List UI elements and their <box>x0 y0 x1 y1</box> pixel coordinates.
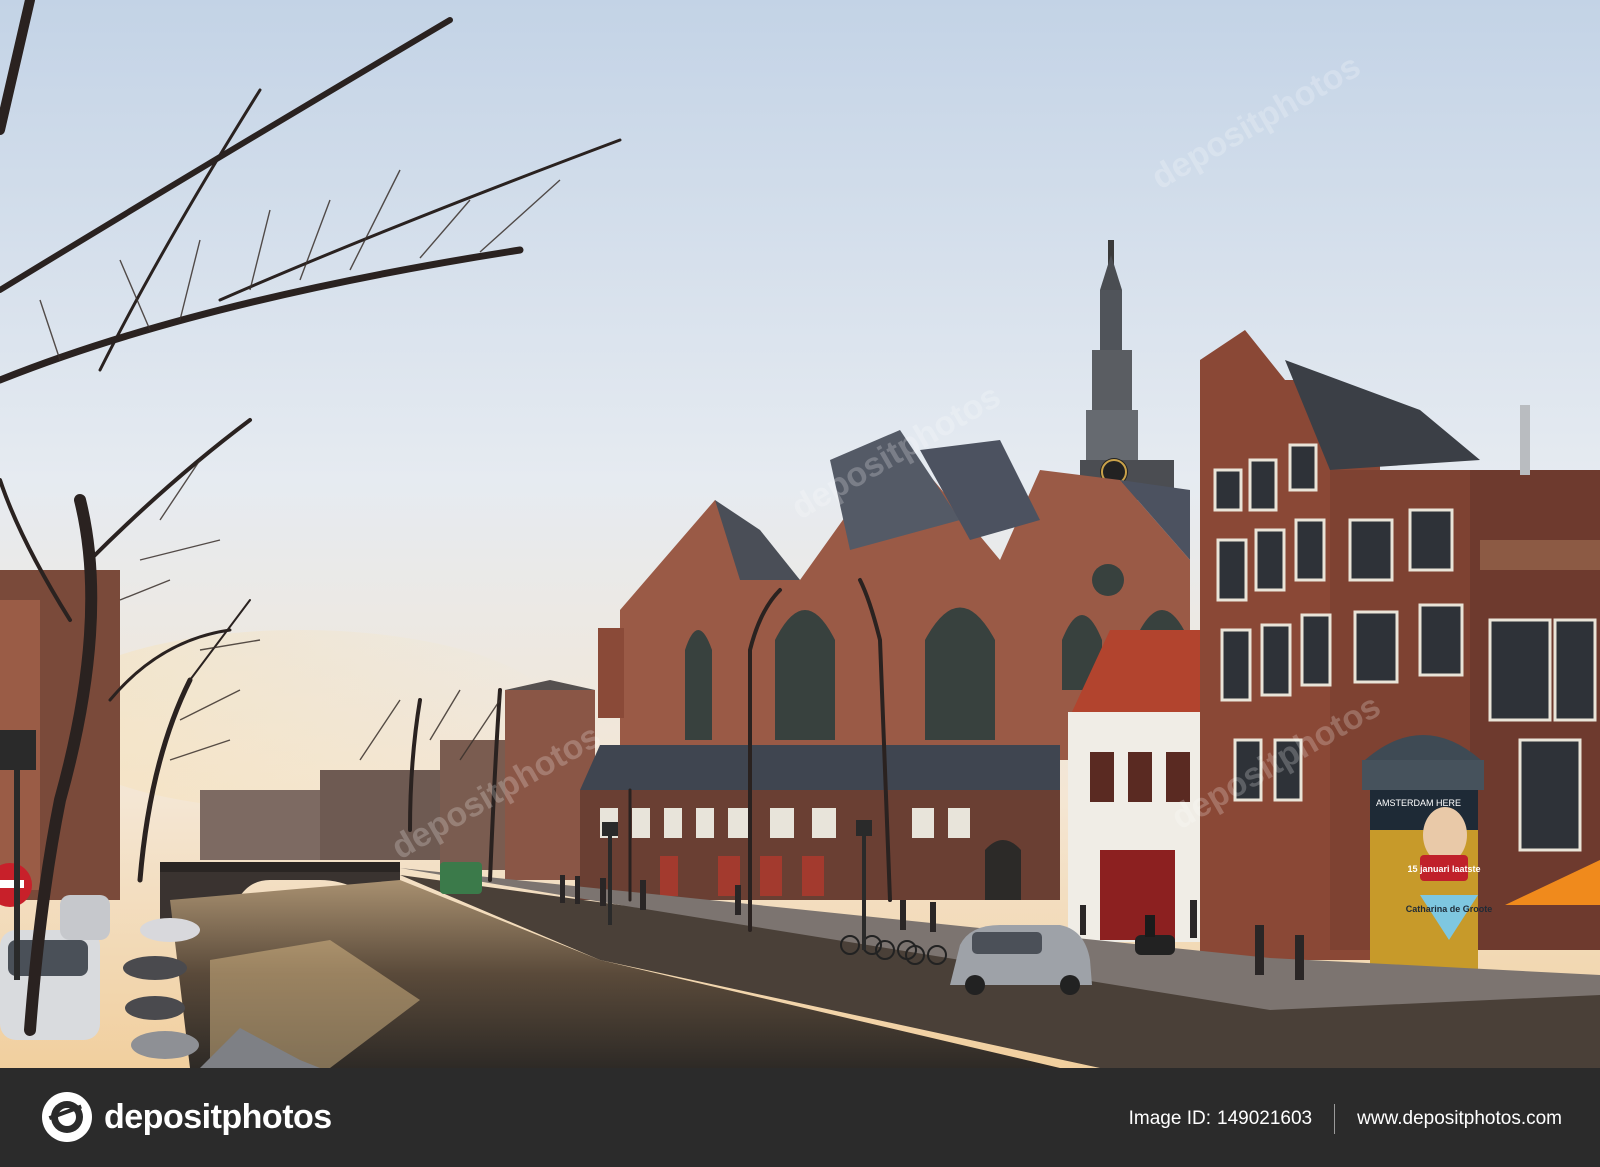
image-meta: Image ID: 149021603 www.depositphotos.co… <box>1129 1104 1562 1134</box>
image-id-label: Image ID: <box>1128 1108 1211 1129</box>
brand-name: depositphotos <box>104 1097 332 1136</box>
poster-title: Catharina de Groote <box>1406 904 1493 914</box>
delivery-van <box>440 862 482 894</box>
meta-divider <box>1334 1104 1336 1134</box>
poster-header: AMSTERDAM HERE <box>1376 798 1461 808</box>
stock-photo: 15 januari laatste AMSTERDAM HERE Cathar… <box>0 0 1600 1068</box>
church-annex <box>580 745 1060 900</box>
sign-text: 15 januari laatste <box>1407 864 1480 874</box>
site-url[interactable]: www.depositphotos.com <box>1357 1108 1562 1130</box>
footer-bar: depositphotos Image ID: 149021603 www.de… <box>0 1068 1600 1167</box>
image-id-value: 149021603 <box>1217 1108 1313 1129</box>
parked-car-silver <box>950 925 1092 995</box>
photo-illustration: 15 januari laatste AMSTERDAM HERE Cathar… <box>0 0 1600 1068</box>
white-house <box>1068 630 1205 942</box>
camera-aperture-icon <box>42 1092 92 1142</box>
brand-logo[interactable]: depositphotos <box>40 1090 332 1144</box>
advertising-column: 15 januari laatste AMSTERDAM HERE Cathar… <box>1362 735 1492 990</box>
